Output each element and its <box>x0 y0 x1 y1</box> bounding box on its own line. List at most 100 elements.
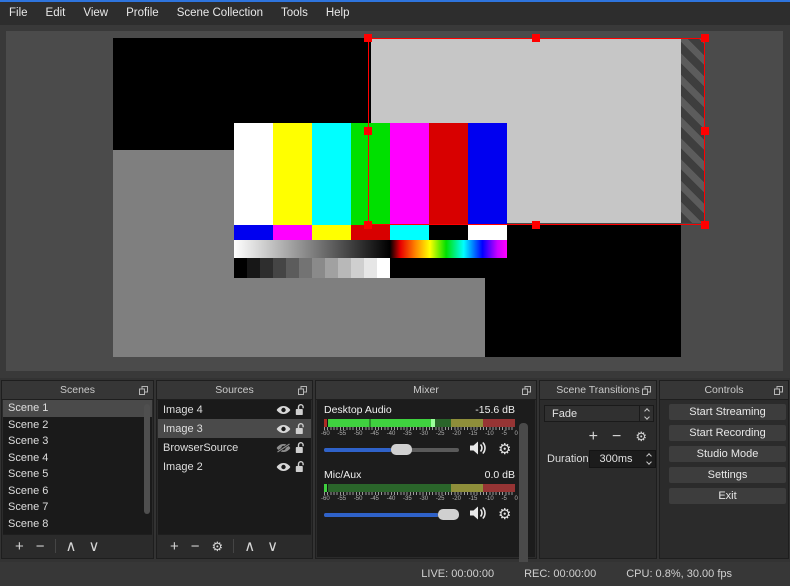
selection-handle-middle-right[interactable] <box>701 127 709 135</box>
selection-handle-middle-left[interactable] <box>364 127 372 135</box>
remove-scene-button[interactable]: − <box>30 535 51 558</box>
source-label: Image 4 <box>163 403 203 416</box>
mixer-channel-desktop-audio: Desktop Audio -15.6 dB -60 -55 -50 -45 -40 -3… <box>321 404 518 457</box>
source-black-rectangle-bottom[interactable] <box>485 225 681 357</box>
meter-scale-labels: -60 -55 -50 -45 -40 -35 -30 -25 -20 -15 -10 -5 0 <box>321 431 518 437</box>
channel-settings-gear-icon[interactable]: ⚙ <box>498 442 511 457</box>
combo-spinner-arrows[interactable] <box>639 406 653 421</box>
selection-handle-top-middle[interactable] <box>532 34 540 42</box>
rec-time-status: REC: 00:00:00 <box>524 568 597 580</box>
unlock-icon[interactable] <box>295 460 306 473</box>
preview-area <box>0 25 790 378</box>
controls-panel-header[interactable]: Controls <box>660 381 788 400</box>
chevron-up-icon <box>643 407 650 414</box>
studio-mode-button[interactable]: Studio Mode <box>669 446 786 462</box>
visibility-hidden-eye-icon[interactable] <box>276 442 291 453</box>
gray-steps-row <box>234 258 507 278</box>
menu-file[interactable]: File <box>0 2 37 25</box>
scene-list-scrollbar[interactable] <box>144 404 150 514</box>
add-source-button[interactable]: + <box>164 535 185 558</box>
speaker-icon[interactable] <box>469 505 489 526</box>
visibility-eye-icon[interactable] <box>276 424 291 434</box>
status-bar: LIVE: 00:00:00 REC: 00:00:00 CPU: 0.8%, … <box>0 562 790 586</box>
source-list-item[interactable]: Image 4 <box>158 400 311 419</box>
scenes-panel: Scenes Scene 1 Scene 2 Scene 3 Scene 4 S… <box>1 380 154 559</box>
sources-panel-header[interactable]: Sources <box>157 381 312 400</box>
scene-list-item[interactable]: Scene 7 <box>3 499 152 516</box>
source-list-item[interactable]: Image 3 <box>158 419 311 438</box>
scene-list-item[interactable]: Scene 1 <box>3 400 152 417</box>
scene-list-item[interactable]: Scene 8 <box>3 516 152 533</box>
unlock-icon[interactable] <box>295 422 306 435</box>
transition-properties-gear-button[interactable]: ⚙ <box>628 425 654 448</box>
move-scene-down-button[interactable]: ∨ <box>83 535 106 558</box>
source-list-item[interactable]: Image 2 <box>158 457 311 476</box>
move-source-down-button[interactable]: ∨ <box>261 535 284 558</box>
scene-list-item[interactable]: Scene 5 <box>3 466 152 483</box>
scenes-panel-header[interactable]: Scenes <box>2 381 153 400</box>
duration-spinner-arrows[interactable] <box>642 451 655 467</box>
float-dock-icon[interactable] <box>139 386 148 398</box>
mixer-scrollbar[interactable] <box>519 423 528 575</box>
move-source-up-button[interactable]: ∧ <box>238 535 261 558</box>
selection-handle-bottom-right[interactable] <box>701 221 709 229</box>
menu-tools[interactable]: Tools <box>272 2 317 25</box>
source-list-item[interactable]: BrowserSource <box>158 438 311 457</box>
selection-handle-bottom-left[interactable] <box>364 221 372 229</box>
exit-button[interactable]: Exit <box>669 488 786 504</box>
preview-canvas[interactable] <box>6 31 783 371</box>
remove-source-button[interactable]: − <box>185 535 206 558</box>
volume-slider-thumb[interactable] <box>391 444 412 455</box>
float-dock-icon[interactable] <box>642 386 651 398</box>
visibility-eye-icon[interactable] <box>276 462 291 472</box>
chevron-down-icon <box>643 413 650 420</box>
controls-panel: Controls Start Streaming Start Recording… <box>659 380 789 559</box>
unlock-icon[interactable] <box>295 403 306 416</box>
mixer-panel-header[interactable]: Mixer <box>316 381 536 400</box>
duration-value: 300ms <box>599 453 633 465</box>
selection-bounding-box[interactable] <box>364 34 709 229</box>
scene-list-item[interactable]: Scene 4 <box>3 450 152 467</box>
menu-scene-collection[interactable]: Scene Collection <box>168 2 272 25</box>
scene-list-item[interactable]: Scene 3 <box>3 433 152 450</box>
chevron-down-icon <box>645 459 652 465</box>
scene-transitions-panel: Scene Transitions Fade + − ⚙ Duration 30… <box>539 380 657 559</box>
menu-help[interactable]: Help <box>317 2 359 25</box>
start-recording-button[interactable]: Start Recording <box>669 425 786 441</box>
channel-settings-gear-icon[interactable]: ⚙ <box>498 507 511 522</box>
source-properties-gear-button[interactable]: ⚙ <box>206 535 230 558</box>
selection-handle-top-right[interactable] <box>701 34 709 42</box>
float-dock-icon[interactable] <box>298 386 307 398</box>
volume-slider[interactable] <box>324 509 459 520</box>
channel-name: Desktop Audio <box>324 404 392 416</box>
mixer-channel-mic-aux: Mic/Aux 0.0 dB -60 -55 -50 -45 -40 -35 -30 -25-… <box>321 469 518 522</box>
speaker-icon[interactable] <box>469 440 489 461</box>
volume-slider-thumb[interactable] <box>438 509 459 520</box>
unlock-icon[interactable] <box>295 441 306 454</box>
transition-select[interactable]: Fade <box>544 405 654 422</box>
volume-meter <box>324 484 515 492</box>
source-label: Image 2 <box>163 460 203 473</box>
cpu-fps-status: CPU: 0.8%, 30.00 fps <box>626 568 732 580</box>
visibility-eye-icon[interactable] <box>276 405 291 415</box>
menu-edit[interactable]: Edit <box>37 2 75 25</box>
selection-handle-top-left[interactable] <box>364 34 372 42</box>
volume-slider[interactable] <box>324 444 459 455</box>
menu-view[interactable]: View <box>74 2 117 25</box>
move-scene-up-button[interactable]: ∧ <box>60 535 83 558</box>
start-streaming-button[interactable]: Start Streaming <box>669 404 786 420</box>
add-scene-button[interactable]: + <box>9 535 30 558</box>
scene-list-item[interactable]: Scene 2 <box>3 417 152 434</box>
scene-list-item[interactable]: Scene 6 <box>3 483 152 500</box>
float-dock-icon[interactable] <box>522 386 531 398</box>
float-dock-icon[interactable] <box>774 386 783 398</box>
duration-label: Duration <box>547 453 589 465</box>
duration-spinbox[interactable]: 300ms <box>589 450 656 468</box>
transition-selected-value: Fade <box>552 407 578 420</box>
menu-profile[interactable]: Profile <box>117 2 168 25</box>
settings-button[interactable]: Settings <box>669 467 786 483</box>
selection-handle-bottom-middle[interactable] <box>532 221 540 229</box>
add-transition-button[interactable]: + <box>582 425 605 448</box>
remove-transition-button[interactable]: − <box>605 425 628 448</box>
scene-transitions-panel-header[interactable]: Scene Transitions <box>540 381 656 400</box>
